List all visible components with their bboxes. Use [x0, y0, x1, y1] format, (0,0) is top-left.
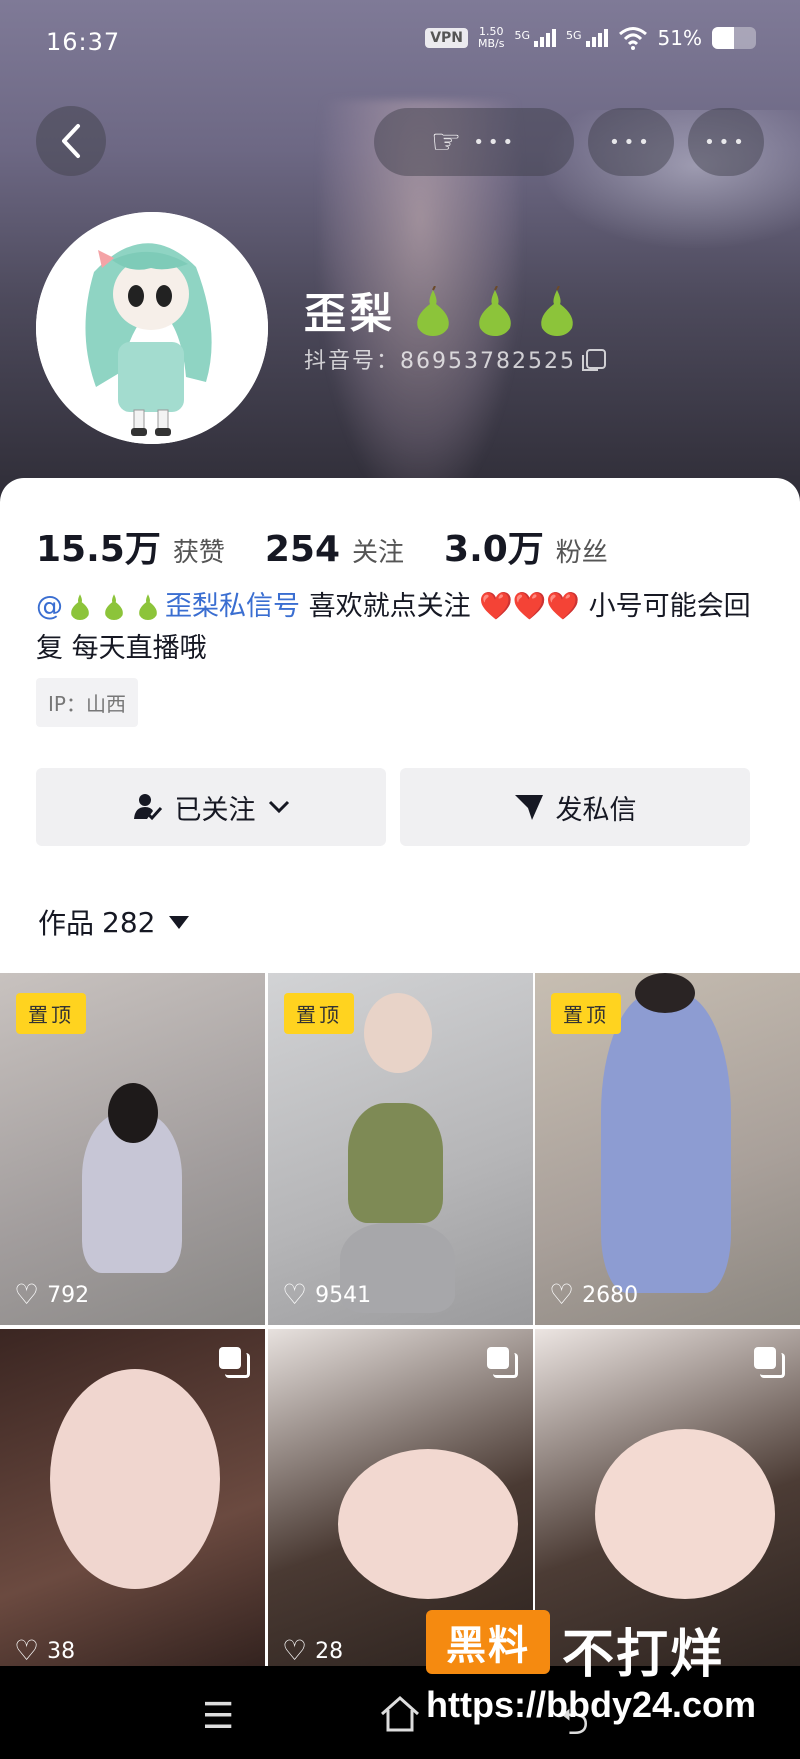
- bio-at-sign: @: [36, 591, 63, 622]
- like-count: ♡ 28: [282, 1637, 343, 1665]
- search-button[interactable]: •••: [588, 108, 674, 176]
- vpn-badge: VPN: [425, 28, 468, 48]
- pinned-badge: 置顶: [16, 993, 86, 1034]
- back-arrow-icon: [62, 124, 80, 158]
- stat-following[interactable]: 254 关注: [265, 529, 404, 570]
- battery-icon: [712, 27, 756, 49]
- video-thumbnail[interactable]: 置顶 ♡ 2680: [535, 973, 800, 1325]
- profile-card: 15.5万 获赞 254 关注 3.0万 粉丝 @ 歪梨私信号 喜欢就点关注 ❤️…: [0, 478, 800, 973]
- share-button[interactable]: ☞ •••: [374, 108, 574, 176]
- status-bar: 16:37 VPN 1.50 MB/s 5G 5G 51%: [0, 0, 800, 90]
- back-button[interactable]: [36, 106, 106, 176]
- ip-location-tag: IP：山西: [36, 678, 138, 727]
- pinned-badge: 置顶: [551, 993, 621, 1034]
- stat-likes[interactable]: 15.5万 获赞: [36, 520, 225, 572]
- battery-percent: 51%: [657, 26, 702, 50]
- like-count: ♡ 9541: [282, 1281, 371, 1309]
- followed-button[interactable]: 已关注: [36, 768, 386, 846]
- send-message-button[interactable]: 发私信: [400, 768, 750, 846]
- like-count: ♡ 2680: [549, 1281, 638, 1309]
- status-indicators: VPN 1.50 MB/s 5G 5G 51%: [425, 26, 756, 50]
- multi-image-icon: [487, 1347, 518, 1378]
- pinned-badge: 置顶: [284, 993, 354, 1034]
- site-watermark: 黑料 不打烊 https://bbdy24.com: [426, 1610, 786, 1750]
- works-label: 作品: [38, 907, 95, 940]
- signal-label: 5G: [566, 29, 582, 42]
- profile-bio: @ 歪梨私信号 喜欢就点关注 ❤️❤️❤️ 小号可能会回复 每天直播哦: [36, 586, 766, 670]
- video-thumbnail[interactable]: ♡ 38: [0, 1329, 265, 1681]
- stat-label: 粉丝: [555, 538, 608, 568]
- profile-nickname: 歪梨: [304, 280, 582, 341]
- like-count-value: 38: [47, 1638, 76, 1664]
- profile-stats: 15.5万 获赞 254 关注 3.0万 粉丝: [36, 520, 608, 572]
- heart-icon: ♡: [282, 1634, 308, 1667]
- signal-5g-icon: 5G: [514, 29, 557, 47]
- network-speed-unit: MB/s: [478, 37, 505, 50]
- menu-icon[interactable]: ☰: [202, 1696, 234, 1737]
- bio-mention-link[interactable]: 歪梨私信号: [165, 591, 300, 622]
- send-icon: [514, 795, 543, 820]
- like-count: ♡ 792: [14, 1281, 89, 1309]
- network-speed: 1.50 MB/s: [478, 26, 504, 50]
- watermark-logo-text: 不打烊: [562, 1625, 725, 1685]
- signal-label: 5G: [514, 29, 531, 42]
- douyin-id-text: 抖音号：86953782525: [304, 349, 576, 374]
- more-button[interactable]: •••: [688, 108, 764, 176]
- home-icon[interactable]: [378, 1694, 422, 1734]
- follow-user-icon: [133, 794, 162, 821]
- bio-text: 喜欢就点关注: [300, 591, 480, 622]
- heart-icon: ♡: [14, 1278, 40, 1311]
- pear-icon: [417, 285, 449, 336]
- share-hand-icon: ☞: [430, 122, 462, 162]
- video-thumbnail[interactable]: 置顶 ♡ 792: [0, 973, 265, 1325]
- stat-followers[interactable]: 3.0万 粉丝: [444, 520, 608, 572]
- like-count-value: 28: [315, 1638, 344, 1664]
- followed-label: 已关注: [174, 794, 256, 826]
- pear-icon: [105, 594, 123, 620]
- like-count: ♡ 38: [14, 1637, 75, 1665]
- nickname-text: 歪梨: [304, 289, 397, 338]
- pear-icon: [139, 594, 157, 620]
- chevron-down-icon: [268, 800, 289, 814]
- multi-image-icon: [219, 1347, 250, 1378]
- heart-icon: ♡: [549, 1278, 575, 1311]
- more-icon: •••: [704, 131, 748, 153]
- pear-icon: [479, 285, 511, 336]
- copy-icon[interactable]: [581, 349, 606, 371]
- nickname-emoji: [408, 285, 582, 336]
- bio-hearts: ❤️❤️❤️: [479, 591, 581, 622]
- douyin-id: 抖音号：86953782525: [304, 343, 606, 375]
- tab-works[interactable]: 作品 282: [38, 902, 190, 942]
- search-icon: •••: [609, 131, 653, 153]
- stat-label: 获赞: [172, 538, 225, 568]
- pear-icon: [71, 594, 89, 620]
- send-message-label: 发私信: [555, 794, 637, 826]
- stat-value: 3.0万: [444, 529, 544, 570]
- like-count-value: 792: [47, 1282, 90, 1308]
- works-count: 282: [102, 905, 156, 939]
- stat-label: 关注: [352, 538, 405, 568]
- avatar-illustration: [36, 212, 268, 444]
- video-thumbnail[interactable]: 置顶 ♡ 9541: [268, 973, 533, 1325]
- like-count-value: 2680: [582, 1282, 639, 1308]
- heart-icon: ♡: [282, 1278, 308, 1311]
- works-grid: 置顶 ♡ 792 置顶 ♡ 9541 置顶 ♡ 2680 ♡ 38 ♡ 28 ♡: [0, 973, 800, 1681]
- caret-down-icon: [169, 915, 190, 929]
- stat-value: 254: [264, 529, 340, 570]
- stat-value: 15.5万: [36, 529, 161, 570]
- avatar[interactable]: [36, 212, 268, 444]
- share-placeholder: •••: [473, 131, 518, 153]
- pear-icon: [541, 285, 573, 336]
- status-time: 16:37: [46, 28, 121, 56]
- wifi-icon: [618, 27, 647, 50]
- multi-image-icon: [754, 1347, 785, 1378]
- signal-5g-icon: 5G: [566, 29, 608, 47]
- watermark-url: https://bbdy24.com: [426, 1684, 757, 1725]
- like-count-value: 9541: [315, 1282, 372, 1308]
- watermark-logo-box: 黑料: [426, 1610, 550, 1674]
- heart-icon: ♡: [14, 1634, 40, 1667]
